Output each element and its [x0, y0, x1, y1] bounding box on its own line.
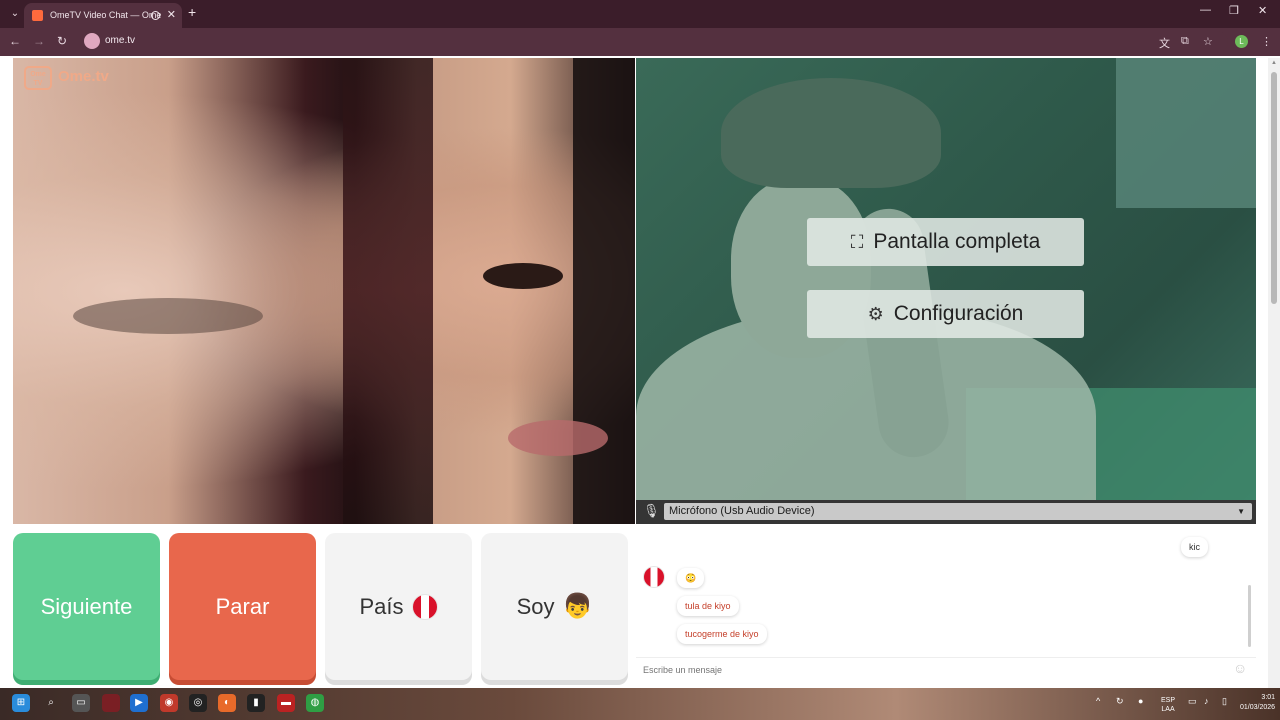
- app-icon[interactable]: ◎: [189, 694, 207, 712]
- translate-icon[interactable]: 文: [1159, 35, 1170, 51]
- mic-tray-icon[interactable]: ●: [1138, 696, 1143, 706]
- sync-icon[interactable]: ↻: [1116, 696, 1124, 707]
- emoji-icon[interactable]: ☺: [1233, 660, 1247, 676]
- next-label: Siguiente: [40, 593, 133, 619]
- app-icon[interactable]: ◐: [218, 694, 236, 712]
- reload-icon[interactable]: ↻: [57, 34, 67, 48]
- video-frame: [573, 58, 635, 524]
- url-text: ome.tv: [105, 35, 136, 46]
- new-tab-icon[interactable]: +: [188, 4, 196, 20]
- video-frame: [73, 298, 263, 334]
- microphone-select-value: Micrófono (Usb Audio Device): [669, 505, 815, 517]
- local-video: [13, 58, 635, 524]
- language-indicator[interactable]: ESP LAA: [1161, 696, 1175, 714]
- peru-flag-icon: [411, 593, 438, 620]
- windows-start-icon[interactable]: ⊞: [12, 694, 30, 712]
- country-label: País: [359, 593, 404, 619]
- taskbar-clock[interactable]: 3:01 01/03/2026: [1240, 693, 1275, 713]
- chat-message: tula de kiyo: [677, 596, 739, 616]
- language-layout: LAA: [1161, 706, 1175, 713]
- tray-overflow-icon[interactable]: ^: [1096, 696, 1100, 706]
- peru-flag-icon: [643, 566, 665, 588]
- app-icon[interactable]: ▶: [130, 694, 148, 712]
- page-scrollbar-thumb[interactable]: [1271, 72, 1277, 304]
- chat-input-bar: [636, 657, 1256, 680]
- logo-badge: Ome TV: [24, 66, 52, 90]
- chat-message: 😳: [677, 568, 705, 588]
- browser-menu-icon[interactable]: ⋮: [1261, 35, 1272, 48]
- video-frame: [483, 263, 563, 289]
- video-frame: [343, 58, 433, 524]
- chevron-down-icon: ▼: [1237, 507, 1245, 516]
- stop-button[interactable]: Parar: [169, 533, 316, 680]
- task-view-icon[interactable]: ▭: [72, 694, 90, 712]
- boy-icon: 👦: [562, 593, 593, 620]
- maximize-icon[interactable]: ❐: [1229, 4, 1239, 17]
- settings-button[interactable]: ⚙ Configuración: [807, 290, 1084, 338]
- fullscreen-button[interactable]: ⛶ Pantalla completa: [807, 218, 1084, 266]
- logo-text: Ome.tv: [58, 68, 109, 85]
- video-frame: [508, 420, 608, 456]
- audio-app-icon[interactable]: ▮: [247, 694, 265, 712]
- language-code: ESP: [1161, 697, 1176, 704]
- close-window-icon[interactable]: ✕: [1258, 4, 1267, 17]
- microphone-icon: 🎙: [643, 503, 660, 518]
- video-frame: [721, 78, 941, 188]
- close-tab-icon[interactable]: ✕: [167, 3, 176, 28]
- browser-app-icon[interactable]: ◉: [160, 694, 178, 712]
- browser-tab-strip: ⌄ OmeTV Video Chat — Ome ✕ + — ❐ ✕: [0, 0, 1280, 28]
- site-info-icon[interactable]: [84, 33, 100, 49]
- chat-message: tucogerme de kiyo: [677, 624, 767, 644]
- stranger-country-flag: [643, 566, 665, 593]
- app-icon[interactable]: ▬: [277, 694, 295, 712]
- chat-scrollbar[interactable]: [1248, 585, 1251, 647]
- browser-toolbar: ← → ↻ ome.tv 文 ⧉ ☆ ⋮: [0, 28, 1280, 56]
- chrome-icon[interactable]: ◍: [306, 694, 324, 712]
- app-icon[interactable]: [102, 694, 120, 712]
- address-bar[interactable]: [80, 31, 1228, 53]
- profile-avatar[interactable]: L: [1235, 35, 1248, 48]
- stop-label: Parar: [215, 593, 270, 619]
- clock-date: 01/03/2026: [1240, 704, 1276, 711]
- browser-tab[interactable]: OmeTV Video Chat — Ome ✕: [24, 3, 182, 28]
- video-frame: [1116, 58, 1256, 208]
- minimize-icon[interactable]: —: [1200, 4, 1211, 16]
- volume-icon[interactable]: ♪: [1204, 696, 1209, 706]
- message-input[interactable]: [643, 661, 1223, 678]
- gear-icon: ⚙: [867, 303, 884, 324]
- tab-search-icon[interactable]: ⌄: [6, 5, 24, 23]
- chat-message: kic: [1181, 537, 1208, 557]
- gender-label: Soy: [516, 593, 555, 619]
- recording-icon: [151, 11, 160, 20]
- back-icon[interactable]: ←: [9, 34, 21, 48]
- next-button[interactable]: Siguiente: [13, 533, 160, 680]
- gender-button[interactable]: Soy 👦: [481, 533, 628, 680]
- install-app-icon[interactable]: ⧉: [1181, 35, 1189, 48]
- battery-icon[interactable]: ▯: [1222, 696, 1227, 707]
- network-icon[interactable]: ▭: [1188, 696, 1197, 707]
- site-favicon-icon: [32, 10, 43, 21]
- microphone-select[interactable]: Micrófono (Usb Audio Device) ▼: [664, 503, 1252, 520]
- bookmark-star-icon[interactable]: ☆: [1203, 35, 1213, 48]
- tab-title: OmeTV Video Chat — Ome: [50, 10, 162, 20]
- fullscreen-label: Pantalla completa: [873, 230, 1041, 253]
- country-button[interactable]: País: [325, 533, 472, 680]
- settings-label: Configuración: [893, 302, 1024, 325]
- search-icon[interactable]: ⌕: [42, 694, 60, 712]
- forward-icon[interactable]: →: [33, 34, 45, 48]
- fullscreen-icon: ⛶: [850, 231, 864, 252]
- clock-time: 3:01: [1261, 694, 1276, 701]
- scroll-up-icon[interactable]: ▲: [1271, 60, 1277, 66]
